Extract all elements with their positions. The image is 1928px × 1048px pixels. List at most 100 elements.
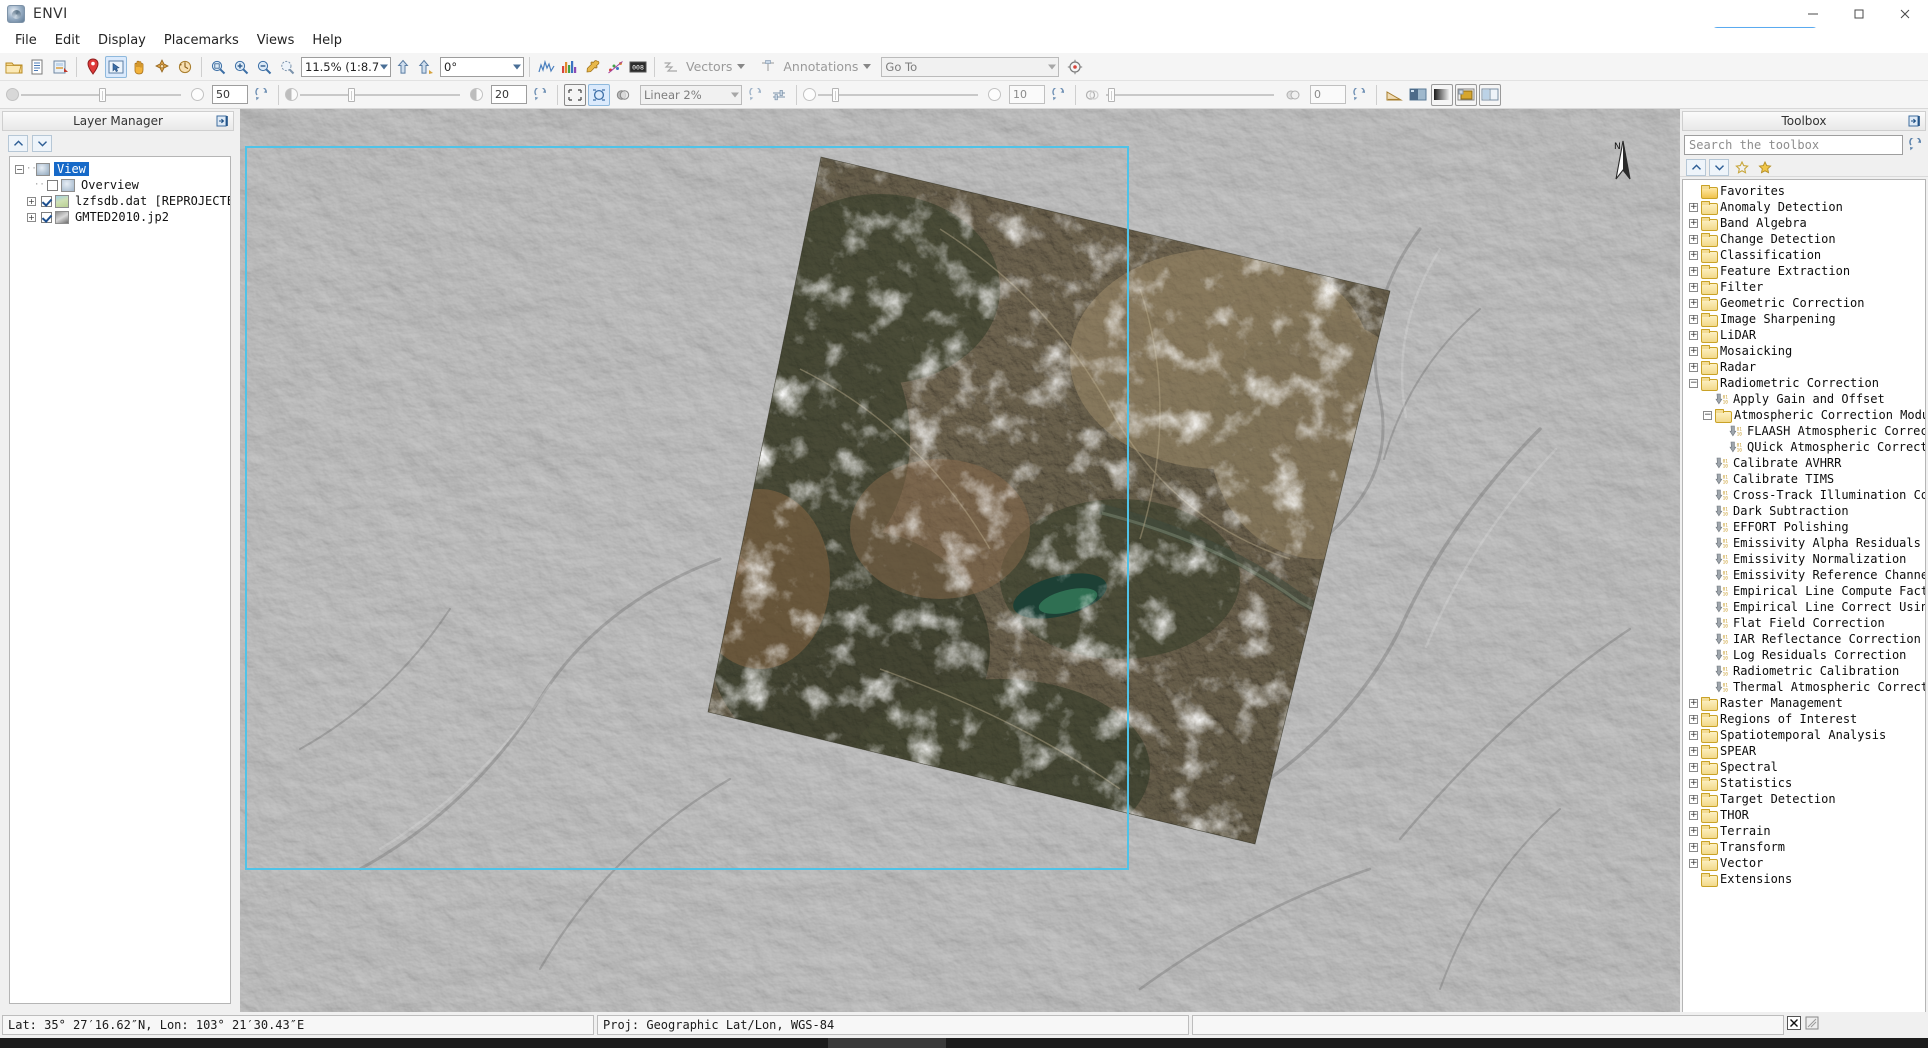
pixel-value-icon[interactable]: 008: [627, 56, 649, 78]
layer-row-lzfsdb[interactable]: + lzfsdb.dat [REPROJECTED]: [10, 193, 230, 209]
histogram-stretch-icon[interactable]: [768, 84, 790, 106]
expand-toggle-icon[interactable]: +: [1689, 298, 1698, 308]
star-outline-icon[interactable]: [1732, 159, 1752, 176]
expand-toggle-icon[interactable]: +: [27, 196, 36, 206]
rotate-reset-icon[interactable]: [174, 56, 196, 78]
toolbox-tool-item[interactable]: 01 10 IAR Reflectance Correction: [1683, 631, 1925, 647]
spectral-profile-icon[interactable]: [535, 56, 557, 78]
transparency-value[interactable]: 50: [212, 85, 248, 104]
toolbox-tool-item[interactable]: 01 10 Emissivity Reference Channel: [1683, 567, 1925, 583]
toolbox-folder-item[interactable]: + Terrain: [1683, 823, 1925, 839]
refresh-icon[interactable]: [1906, 137, 1924, 154]
expand-toggle-icon[interactable]: +: [1689, 842, 1698, 852]
zoom-in-icon[interactable]: [230, 56, 252, 78]
expand-toggle-icon[interactable]: +: [1689, 330, 1698, 340]
toolbox-tool-item[interactable]: 01 10 QUick Atmospheric Correct: [1683, 439, 1925, 455]
toolbox-folder-item[interactable]: − Radiometric Correction: [1683, 375, 1925, 391]
toolbox-folder-item[interactable]: + LiDAR: [1683, 327, 1925, 343]
stretch-combo[interactable]: Linear 2%: [640, 84, 742, 105]
pan-hand-icon[interactable]: [128, 56, 150, 78]
measure-angle-icon[interactable]: [1383, 84, 1405, 106]
toolbox-folder-item[interactable]: + Filter: [1683, 279, 1925, 295]
crosshair-fly-icon[interactable]: [151, 56, 173, 78]
blend-layers-icon[interactable]: [612, 84, 634, 106]
expand-toggle-icon[interactable]: +: [1689, 826, 1698, 836]
zoom-fit-icon[interactable]: [207, 56, 229, 78]
layer-visibility-checkbox-lzfsdb[interactable]: [41, 195, 52, 207]
toolbox-tool-item[interactable]: 01 10 Cross-Track Illumination Cor: [1683, 487, 1925, 503]
reset-brightness-icon[interactable]: [529, 84, 551, 106]
menu-help[interactable]: Help: [303, 30, 351, 51]
toolbox-tool-item[interactable]: 01 10 Emissivity Normalization: [1683, 551, 1925, 567]
toolbox-tool-item[interactable]: 01 10 EFFORT Polishing: [1683, 519, 1925, 535]
toolbox-folder-item[interactable]: + Target Detection: [1683, 791, 1925, 807]
goto-input[interactable]: Go To: [881, 56, 1060, 77]
expand-toggle-icon[interactable]: +: [1689, 810, 1698, 820]
toolbox-search-input[interactable]: Search the toolbox: [1684, 135, 1903, 155]
menu-display[interactable]: Display: [89, 30, 155, 51]
zoom-level-combo[interactable]: 11.5% (1:8.7: [301, 56, 391, 77]
toolbox-folder-item[interactable]: + Anomaly Detection: [1683, 199, 1925, 215]
color-picker-icon[interactable]: [581, 56, 603, 78]
brightness-value[interactable]: 20: [491, 85, 527, 104]
menu-edit[interactable]: Edit: [46, 30, 89, 51]
color-histogram-icon[interactable]: [558, 56, 580, 78]
expand-toggle-icon[interactable]: +: [1689, 314, 1698, 324]
move-layer-down-button[interactable]: [32, 135, 52, 152]
blend-icon[interactable]: [1455, 83, 1477, 106]
open-folder-icon[interactable]: [3, 56, 25, 78]
star-filled-icon[interactable]: [1755, 159, 1775, 176]
expand-toggle-icon[interactable]: +: [1689, 730, 1698, 740]
expand-toggle-icon[interactable]: +: [1689, 778, 1698, 788]
toolbox-folder-item[interactable]: + Geometric Correction: [1683, 295, 1925, 311]
toolbox-tool-item[interactable]: 01 10 FLAASH Atmospheric Correc: [1683, 423, 1925, 439]
toolbox-folder-item[interactable]: + Spatiotemporal Analysis: [1683, 727, 1925, 743]
toolbox-folder-item[interactable]: − Atmospheric Correction Modul: [1683, 407, 1925, 423]
toolbox-tool-item[interactable]: 01 10 Emissivity Alpha Residuals: [1683, 535, 1925, 551]
maximize-button[interactable]: [1836, 0, 1882, 28]
expand-toggle-icon[interactable]: +: [1689, 346, 1698, 356]
toolbox-tool-item[interactable]: 01 10 Empirical Line Compute Facto: [1683, 583, 1925, 599]
reset-transparency-icon[interactable]: [250, 84, 272, 106]
layer-visibility-checkbox-overview[interactable]: [47, 179, 58, 191]
toolbox-folder-item[interactable]: + THOR: [1683, 807, 1925, 823]
arrow-up-icon[interactable]: [392, 56, 414, 78]
image-swipe-icon[interactable]: [1407, 84, 1429, 106]
menu-placemarks[interactable]: Placemarks: [155, 30, 248, 51]
blend-slider[interactable]: [1106, 87, 1274, 102]
flicker-icon[interactable]: [1431, 83, 1453, 106]
expand-toggle-icon[interactable]: +: [1689, 362, 1698, 372]
toolbox-folder-item[interactable]: + Statistics: [1683, 775, 1925, 791]
toolbox-folder-item[interactable]: + Spectral: [1683, 759, 1925, 775]
portal-icon[interactable]: [588, 83, 610, 106]
vectors-menu[interactable]: Vectors: [683, 59, 748, 74]
transparency-slider[interactable]: [21, 87, 181, 102]
menu-file[interactable]: File: [6, 30, 46, 51]
annotations-menu[interactable]: Annotations: [780, 59, 874, 74]
blend-value[interactable]: 0: [1310, 85, 1346, 104]
reset-sharpen-icon[interactable]: [1047, 84, 1069, 106]
reset-blend-icon[interactable]: [1348, 84, 1370, 106]
toolbox-folder-item[interactable]: + Radar: [1683, 359, 1925, 375]
goto-target-icon[interactable]: [1064, 56, 1086, 78]
expand-toggle-icon[interactable]: +: [1689, 218, 1698, 228]
crop-extent-icon[interactable]: [564, 83, 586, 106]
toolbox-folder-item[interactable]: Favorites: [1683, 183, 1925, 199]
expand-toggle-icon[interactable]: +: [27, 212, 36, 222]
sharpen-slider[interactable]: [818, 87, 978, 102]
expand-toggle-icon[interactable]: +: [1689, 794, 1698, 804]
layer-row-overview[interactable]: ·· Overview: [10, 177, 230, 193]
transparency-icon[interactable]: [1479, 83, 1501, 106]
toolbox-tool-item[interactable]: 01 10 Empirical Line Correct Using: [1683, 599, 1925, 615]
zoom-to-selection-icon[interactable]: [276, 56, 298, 78]
close-button[interactable]: [1882, 0, 1928, 28]
layer-row-gmted[interactable]: + GMTED2010.jp2: [10, 209, 230, 225]
toolbox-folder-item[interactable]: + Classification: [1683, 247, 1925, 263]
toolbox-tool-item[interactable]: 01 10 Calibrate AVHRR: [1683, 455, 1925, 471]
toolbox-tool-item[interactable]: 01 10 Flat Field Correction: [1683, 615, 1925, 631]
zoom-out-icon[interactable]: [253, 56, 275, 78]
rotation-combo[interactable]: 0°: [440, 56, 524, 77]
minimize-button[interactable]: [1790, 0, 1836, 28]
toolbox-folder-item[interactable]: + Vector: [1683, 855, 1925, 871]
expand-toggle-icon[interactable]: +: [1689, 762, 1698, 772]
